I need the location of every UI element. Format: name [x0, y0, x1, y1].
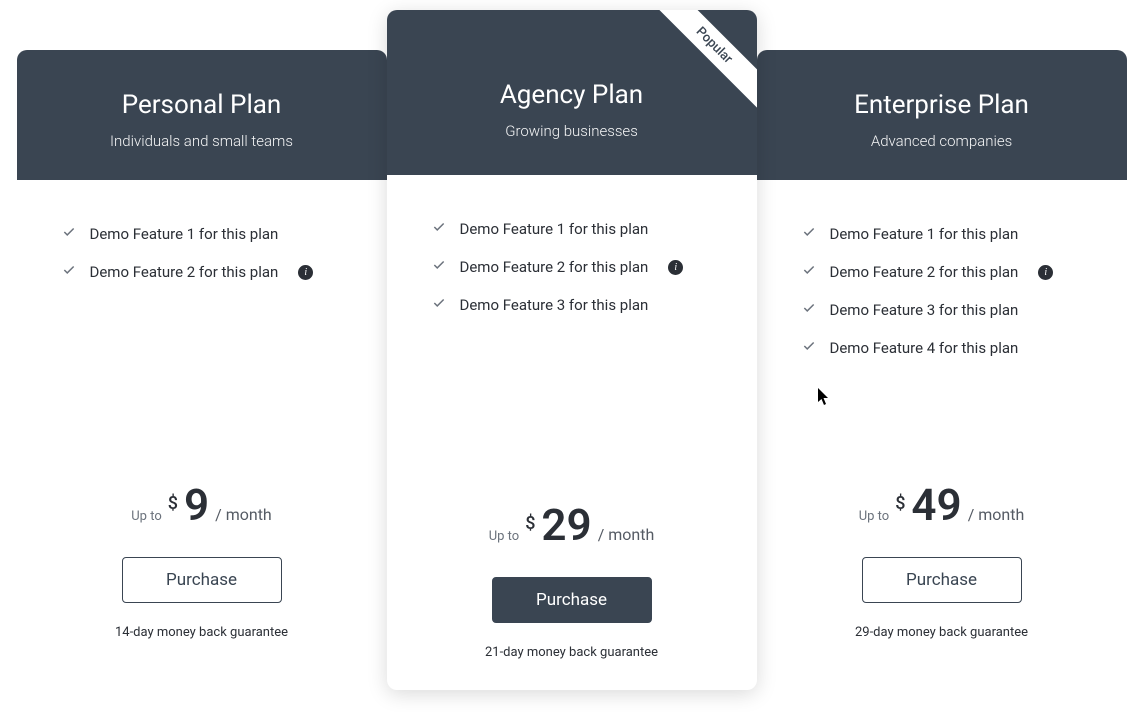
plan-subtitle: Individuals and small teams: [37, 132, 367, 150]
plan-body: Demo Feature 1 for this plan Demo Featur…: [387, 175, 757, 690]
feature-list: Demo Feature 1 for this plan Demo Featur…: [802, 215, 1082, 367]
plan-body: Demo Feature 1 for this plan Demo Featur…: [17, 180, 387, 670]
guarantee-text: 21-day money back guarantee: [432, 645, 712, 660]
check-icon: [432, 258, 446, 276]
feature-item: Demo Feature 3 for this plan: [432, 286, 712, 324]
plan-subtitle: Growing businesses: [407, 122, 737, 140]
feature-text: Demo Feature 1 for this plan: [90, 225, 279, 243]
feature-item: Demo Feature 1 for this plan: [802, 215, 1082, 253]
feature-text: Demo Feature 3 for this plan: [460, 296, 649, 314]
purchase-button[interactable]: Purchase: [122, 557, 282, 603]
purchase-button[interactable]: Purchase: [492, 577, 652, 623]
check-icon: [62, 225, 76, 243]
price-row: Up to $ 49 / month: [802, 483, 1082, 527]
plan-header: Enterprise Plan Advanced companies: [757, 50, 1127, 180]
info-icon[interactable]: i: [298, 265, 313, 280]
price-row: Up to $ 29 / month: [432, 503, 712, 547]
price-suffix: / month: [598, 525, 655, 544]
feature-item: Demo Feature 1 for this plan: [62, 215, 342, 253]
guarantee-text: 14-day money back guarantee: [62, 625, 342, 640]
price-currency: $: [525, 513, 535, 534]
plan-header: Popular Agency Plan Growing businesses: [387, 10, 757, 175]
feature-item: Demo Feature 2 for this plan i: [62, 253, 342, 291]
info-icon[interactable]: i: [1038, 265, 1053, 280]
plan-subtitle: Advanced companies: [777, 132, 1107, 150]
plan-title: Enterprise Plan: [777, 90, 1107, 120]
feature-text: Demo Feature 4 for this plan: [830, 339, 1019, 357]
feature-text: Demo Feature 1 for this plan: [460, 220, 649, 238]
info-icon[interactable]: i: [668, 260, 683, 275]
price-currency: $: [168, 493, 178, 514]
plan-title: Personal Plan: [37, 90, 367, 120]
price-suffix: / month: [215, 505, 272, 524]
feature-item: Demo Feature 1 for this plan: [432, 210, 712, 248]
popular-ribbon: Popular: [647, 10, 757, 120]
check-icon: [802, 339, 816, 357]
purchase-button[interactable]: Purchase: [862, 557, 1022, 603]
feature-item: Demo Feature 2 for this plan i: [432, 248, 712, 286]
price-amount: 9: [184, 483, 209, 527]
feature-text: Demo Feature 2 for this plan: [830, 263, 1019, 281]
pricing-container: Personal Plan Individuals and small team…: [0, 0, 1143, 700]
price-prefix: Up to: [489, 529, 520, 544]
plan-card-agency: Popular Agency Plan Growing businesses D…: [387, 10, 757, 690]
price-amount: 29: [541, 503, 591, 547]
check-icon: [802, 263, 816, 281]
check-icon: [62, 263, 76, 281]
price-currency: $: [895, 493, 905, 514]
plan-card-personal: Personal Plan Individuals and small team…: [17, 50, 387, 670]
feature-list: Demo Feature 1 for this plan Demo Featur…: [62, 215, 342, 291]
ribbon-label: Popular: [651, 10, 757, 108]
check-icon: [802, 301, 816, 319]
price-prefix: Up to: [131, 509, 162, 524]
feature-text: Demo Feature 2 for this plan: [460, 258, 649, 276]
price-suffix: / month: [968, 505, 1025, 524]
feature-text: Demo Feature 3 for this plan: [830, 301, 1019, 319]
price-row: Up to $ 9 / month: [62, 483, 342, 527]
check-icon: [432, 296, 446, 314]
plan-header: Personal Plan Individuals and small team…: [17, 50, 387, 180]
check-icon: [432, 220, 446, 238]
plan-body: Demo Feature 1 for this plan Demo Featur…: [757, 180, 1127, 670]
guarantee-text: 29-day money back guarantee: [802, 625, 1082, 640]
feature-text: Demo Feature 1 for this plan: [830, 225, 1019, 243]
feature-item: Demo Feature 2 for this plan i: [802, 253, 1082, 291]
price-prefix: Up to: [859, 509, 890, 524]
feature-item: Demo Feature 4 for this plan: [802, 329, 1082, 367]
check-icon: [802, 225, 816, 243]
feature-text: Demo Feature 2 for this plan: [90, 263, 279, 281]
feature-item: Demo Feature 3 for this plan: [802, 291, 1082, 329]
plan-card-enterprise: Enterprise Plan Advanced companies Demo …: [757, 50, 1127, 670]
price-amount: 49: [911, 483, 961, 527]
feature-list: Demo Feature 1 for this plan Demo Featur…: [432, 210, 712, 324]
